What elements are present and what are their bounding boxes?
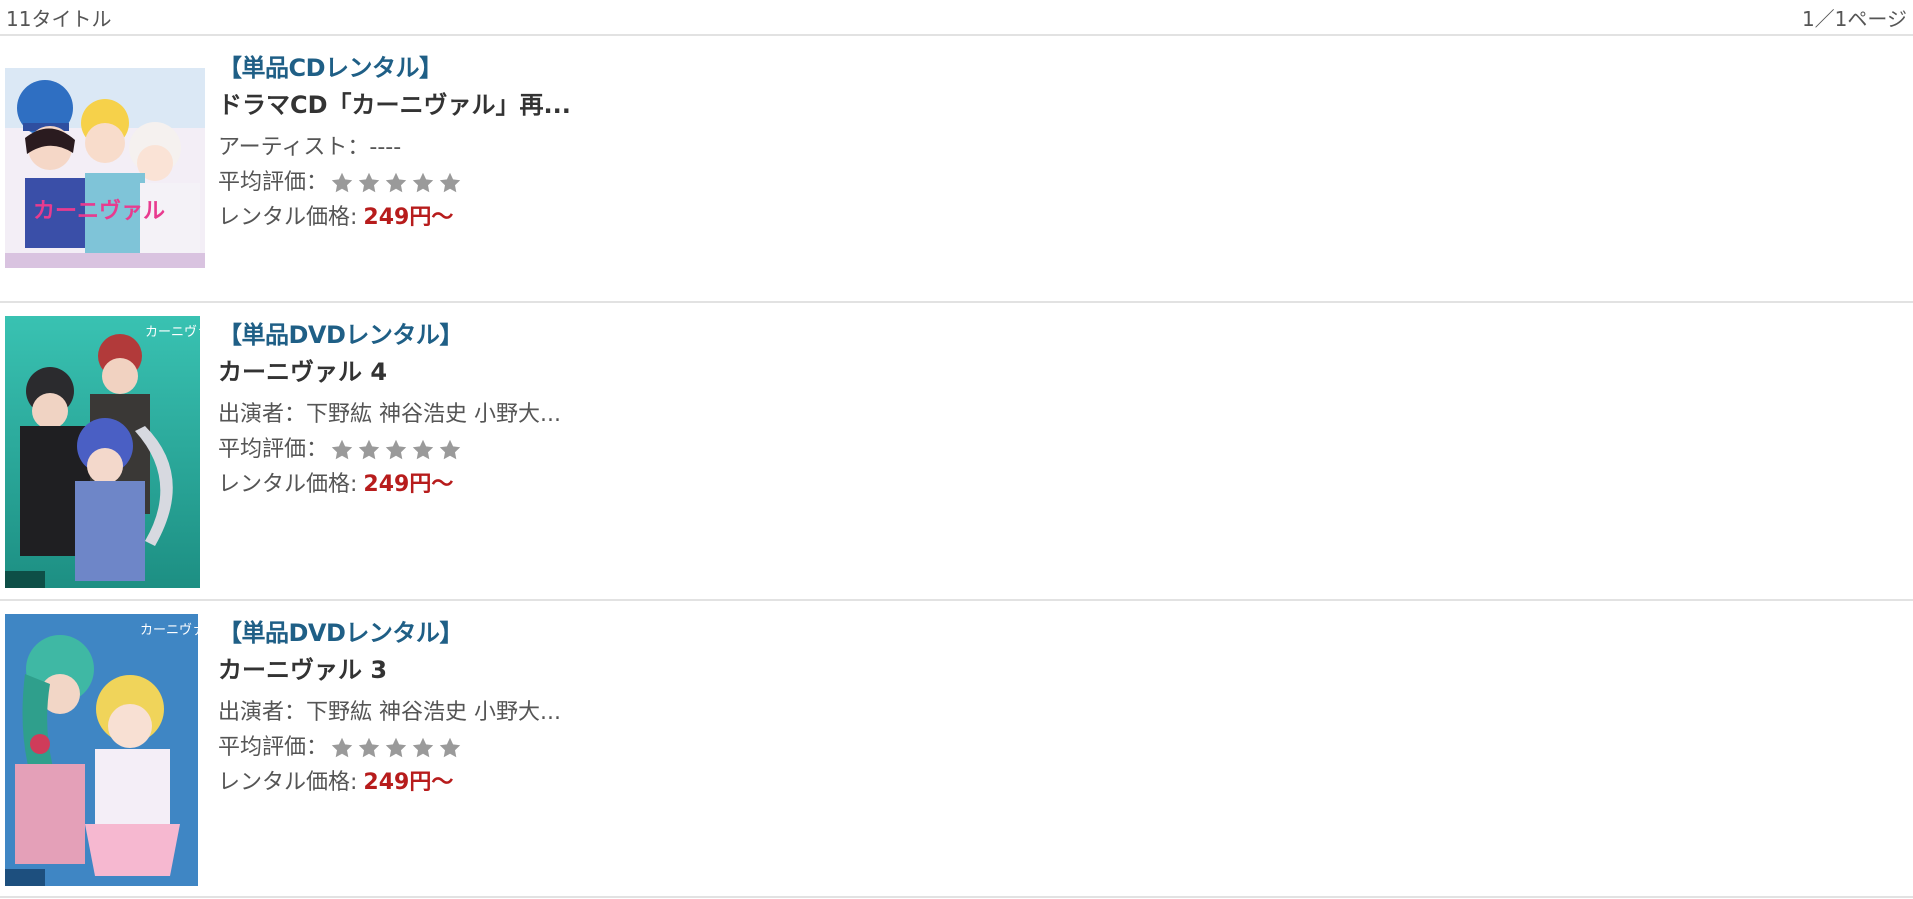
star-icon — [385, 439, 407, 459]
svg-text:カーニヴァル: カーニヴァル — [145, 324, 200, 340]
star-icon — [412, 439, 434, 459]
rating-label: 平均評価： — [218, 437, 329, 462]
cast-value: 下野紘 神谷浩史 小野大... — [306, 402, 561, 427]
product-title-link[interactable]: カーニヴァル 3 — [218, 651, 561, 689]
rating-label: 平均評価： — [218, 735, 329, 760]
cast-row: 出演者： 下野紘 神谷浩史 小野大... — [218, 397, 561, 432]
star-icon — [331, 737, 353, 757]
cd-cover-image: カーニヴァル — [5, 68, 205, 268]
category-link[interactable]: 【単品DVDレンタル】 — [218, 615, 561, 651]
title-count: 11タイトル — [6, 6, 112, 31]
star-icon — [331, 439, 353, 459]
product-title-link[interactable]: ドラマCD「カーニヴァル」再... — [218, 86, 571, 124]
price-label: レンタル価格: — [218, 205, 358, 230]
rating-row: 平均評価： — [218, 165, 571, 200]
product-info: 【単品DVDレンタル】 カーニヴァル 3 出演者： 下野紘 神谷浩史 小野大..… — [218, 615, 561, 800]
price-value: 249円〜 — [363, 472, 454, 497]
rating-stars — [330, 438, 462, 462]
price-label: レンタル価格: — [218, 472, 358, 497]
category-link[interactable]: 【単品CDレンタル】 — [218, 50, 571, 86]
product-thumbnail[interactable]: カーニヴァル — [5, 614, 198, 886]
star-icon — [358, 737, 380, 757]
list-item[interactable]: カーニヴァル 【単品DVDレンタル】 カーニヴァル 3 出演者： 下野紘 神谷浩… — [0, 601, 1913, 898]
artist-label: アーティスト： — [218, 135, 370, 160]
price-row: レンタル価格: 249円〜 — [218, 200, 571, 235]
dvd-cover-image: カーニヴァル — [5, 316, 200, 588]
cast-label: 出演者： — [218, 700, 307, 725]
price-value: 249円〜 — [363, 770, 454, 795]
star-icon — [439, 737, 461, 757]
product-thumbnail[interactable]: カーニヴァル — [5, 316, 200, 588]
artist-value: ---- — [369, 135, 402, 160]
rating-stars — [330, 736, 462, 760]
price-value: 249円〜 — [363, 205, 454, 230]
rating-label: 平均評価： — [218, 170, 329, 195]
star-icon — [358, 439, 380, 459]
star-icon — [439, 439, 461, 459]
category-link[interactable]: 【単品DVDレンタル】 — [218, 317, 561, 353]
price-label: レンタル価格: — [218, 770, 358, 795]
star-icon — [358, 172, 380, 192]
rating-row: 平均評価： — [218, 432, 561, 467]
page-indicator: 1／1ページ — [1801, 6, 1907, 31]
results-header: 11タイトル 1／1ページ — [0, 0, 1913, 36]
artist-row: アーティスト： ---- — [218, 130, 571, 165]
product-title-link[interactable]: カーニヴァル 4 — [218, 353, 561, 391]
product-list: カーニヴァル 【単品CDレンタル】 ドラマCD「カーニヴァル」再... アーティ… — [0, 36, 1913, 898]
dvd-cover-image: カーニヴァル — [5, 614, 198, 886]
list-item[interactable]: カーニヴァル 【単品DVDレンタル】 カーニヴァル 4 出演者： 下野紘 神谷浩… — [0, 303, 1913, 601]
cast-row: 出演者： 下野紘 神谷浩史 小野大... — [218, 695, 561, 730]
star-icon — [385, 737, 407, 757]
product-thumbnail[interactable]: カーニヴァル — [5, 68, 205, 268]
cast-label: 出演者： — [218, 402, 307, 427]
product-info: 【単品DVDレンタル】 カーニヴァル 4 出演者： 下野紘 神谷浩史 小野大..… — [218, 317, 561, 502]
rating-stars — [330, 171, 462, 195]
svg-text:カーニヴァル: カーニヴァル — [140, 622, 198, 638]
star-icon — [439, 172, 461, 192]
rating-row: 平均評価： — [218, 730, 561, 765]
product-info: 【単品CDレンタル】 ドラマCD「カーニヴァル」再... アーティスト： ---… — [218, 50, 571, 235]
star-icon — [412, 172, 434, 192]
svg-text:カーニヴァル: カーニヴァル — [33, 198, 165, 224]
cast-value: 下野紘 神谷浩史 小野大... — [306, 700, 561, 725]
price-row: レンタル価格: 249円〜 — [218, 467, 561, 502]
star-icon — [385, 172, 407, 192]
star-icon — [331, 172, 353, 192]
star-icon — [412, 737, 434, 757]
list-item[interactable]: カーニヴァル 【単品CDレンタル】 ドラマCD「カーニヴァル」再... アーティ… — [0, 36, 1913, 303]
price-row: レンタル価格: 249円〜 — [218, 765, 561, 800]
